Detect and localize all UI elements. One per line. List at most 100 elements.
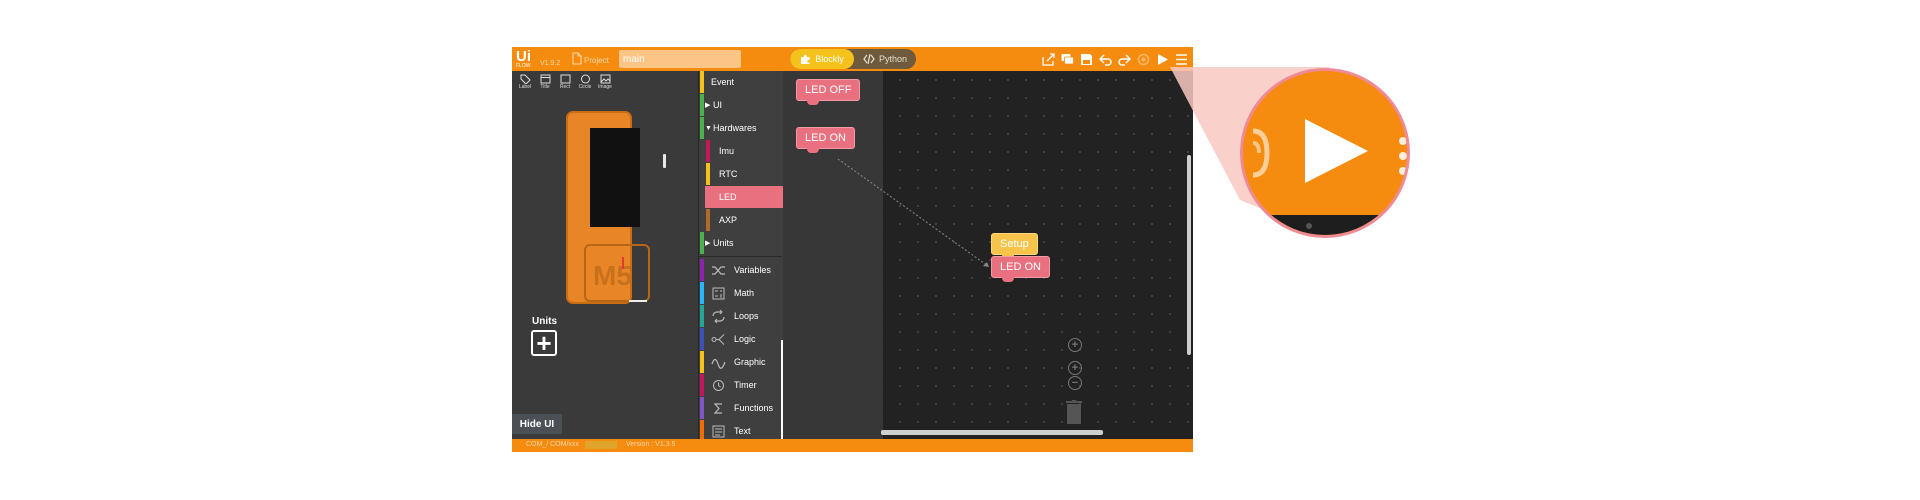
device-screen[interactable] <box>590 128 640 227</box>
toolbox-label: RTC <box>719 169 738 179</box>
port-status[interactable]: COM_/ COM/xxx <box>526 441 579 448</box>
clock-icon <box>713 379 724 391</box>
category-color-bar <box>700 117 704 139</box>
category-color-bar <box>700 94 704 116</box>
graph-icon <box>711 358 726 369</box>
top-bar: Ui FLOW V1.9.2 Project Blockly Python <box>512 47 1193 71</box>
toolbox-item-axp[interactable]: AXP <box>699 209 782 231</box>
toolbox-item-ui[interactable]: ▶ UI <box>699 94 782 116</box>
circle-icon <box>580 74 590 84</box>
setup-block[interactable]: Setup <box>991 233 1038 259</box>
toolbox-item-logic[interactable]: Logic <box>699 328 782 350</box>
toolbox-label: Math <box>734 288 755 298</box>
rect-tool[interactable]: Rect <box>556 74 574 92</box>
toolbar-icons <box>1040 50 1189 68</box>
units-label: Units <box>532 316 557 327</box>
toolbox-item-rtc[interactable]: RTC <box>699 163 782 185</box>
toolbox-item-imu[interactable]: Imu <box>699 140 782 162</box>
toolbox-label: Imu <box>719 146 735 156</box>
zoom-reset-icon[interactable]: + <box>1068 361 1082 375</box>
category-color-bar <box>706 140 710 162</box>
toolbox-label: LED <box>719 192 737 202</box>
toolbox-item-led[interactable]: LED <box>705 186 783 208</box>
toolbox-item-units[interactable]: ▶ Units <box>699 232 782 254</box>
python-mode-button[interactable]: Python <box>854 49 916 69</box>
category-color-bar <box>700 71 704 93</box>
trash-icon[interactable] <box>1065 400 1083 424</box>
blockly-label: Blockly <box>815 54 844 64</box>
toolbox-label: Graphic <box>734 357 766 367</box>
project-label: Project <box>584 56 609 65</box>
category-color-bar <box>706 209 710 231</box>
connection-indicator <box>585 441 617 449</box>
magnified-run-icon <box>1243 71 1407 235</box>
menu-icon[interactable] <box>1173 50 1189 68</box>
code-icon <box>863 54 875 64</box>
blockly-workspace[interactable]: LED OFF LED ON Setup LED ON + + − <box>783 71 1193 439</box>
toolbox-item-variables[interactable]: Variables <box>699 259 782 281</box>
m5stickc-device-preview[interactable]: M5 <box>566 111 666 304</box>
puzzle-icon <box>801 54 810 64</box>
device-led <box>622 257 624 269</box>
comment-icon[interactable] <box>1059 50 1075 68</box>
toolbox-label: Variables <box>734 265 771 275</box>
branch-icon <box>711 333 725 345</box>
toolbox-item-hardwares[interactable]: ▼ Hardwares <box>699 117 782 139</box>
expand-arrow-icon: ▶ <box>705 240 711 247</box>
category-color-bar <box>700 232 704 254</box>
redo-icon[interactable] <box>1116 50 1132 68</box>
category-color-bar <box>700 351 704 373</box>
blockly-mode-button[interactable]: Blockly <box>790 49 854 69</box>
zoom-out-icon[interactable]: − <box>1068 376 1082 390</box>
toolbox-item-timer[interactable]: Timer <box>699 374 782 396</box>
python-label: Python <box>878 54 908 64</box>
text-icon <box>712 425 725 437</box>
filename-input[interactable] <box>619 50 741 68</box>
refresh-icon[interactable] <box>1135 50 1151 68</box>
label-tool[interactable]: Label <box>516 74 534 92</box>
share-icon[interactable] <box>1040 50 1056 68</box>
collapse-arrow-icon: ▼ <box>705 124 712 132</box>
ui-editor-panel: Label Title Rect Circle Image M5 Units +… <box>512 71 698 439</box>
toolbox-item-graphic[interactable]: Graphic <box>699 351 782 373</box>
version-label: V1.9.2 <box>540 60 561 67</box>
toolbox-divider <box>699 256 782 257</box>
toolbox-label: Hardwares <box>713 123 757 133</box>
logo-subtext: FLOW <box>516 63 531 69</box>
toolbox-label: Logic <box>734 334 756 344</box>
uiflow-logo[interactable]: Ui FLOW <box>516 49 536 70</box>
project-button[interactable]: Project <box>572 52 609 65</box>
toolbox-item-loops[interactable]: Loops <box>699 305 782 327</box>
image-tool-text: Image <box>598 84 612 90</box>
zoom-in-icon[interactable]: + <box>1068 338 1082 352</box>
workspace-vertical-scrollbar[interactable] <box>1187 155 1191 355</box>
toolbox-label: Text <box>734 426 751 436</box>
workspace-horizontal-scrollbar[interactable] <box>881 430 1103 435</box>
circle-tool[interactable]: Circle <box>576 74 594 92</box>
category-color-bar <box>700 328 704 350</box>
add-unit-button[interactable]: + <box>531 330 557 356</box>
sigma-icon <box>713 402 722 414</box>
category-color-bar <box>706 163 710 185</box>
run-icon[interactable] <box>1154 50 1170 68</box>
toolbox-item-functions[interactable]: Functions <box>699 397 782 419</box>
uiflow-window: Ui FLOW V1.9.2 Project Blockly Python <box>512 47 1193 452</box>
toolbox-label: UI <box>713 100 722 110</box>
ui-tools: Label Title Rect Circle Image <box>516 74 614 92</box>
rect-tool-text: Rect <box>559 84 571 90</box>
toolbox-item-event[interactable]: Event <box>699 71 782 93</box>
image-tool[interactable]: Image <box>596 74 614 92</box>
toolbox-item-math[interactable]: Math <box>699 282 782 304</box>
title-tool[interactable]: Title <box>536 74 554 92</box>
category-color-bar <box>700 282 704 304</box>
drag-path <box>837 158 989 267</box>
undo-icon[interactable] <box>1097 50 1113 68</box>
title-tool-text: Title <box>540 84 550 90</box>
category-color-bar <box>700 374 704 396</box>
save-icon[interactable] <box>1078 50 1094 68</box>
mode-switch: Blockly Python <box>790 49 916 69</box>
toolbox-label: AXP <box>719 215 738 225</box>
hide-ui-button[interactable]: Hide UI <box>512 414 562 434</box>
toolbox-label: Timer <box>734 380 757 390</box>
led-on-block-placed[interactable]: LED ON <box>991 256 1050 282</box>
